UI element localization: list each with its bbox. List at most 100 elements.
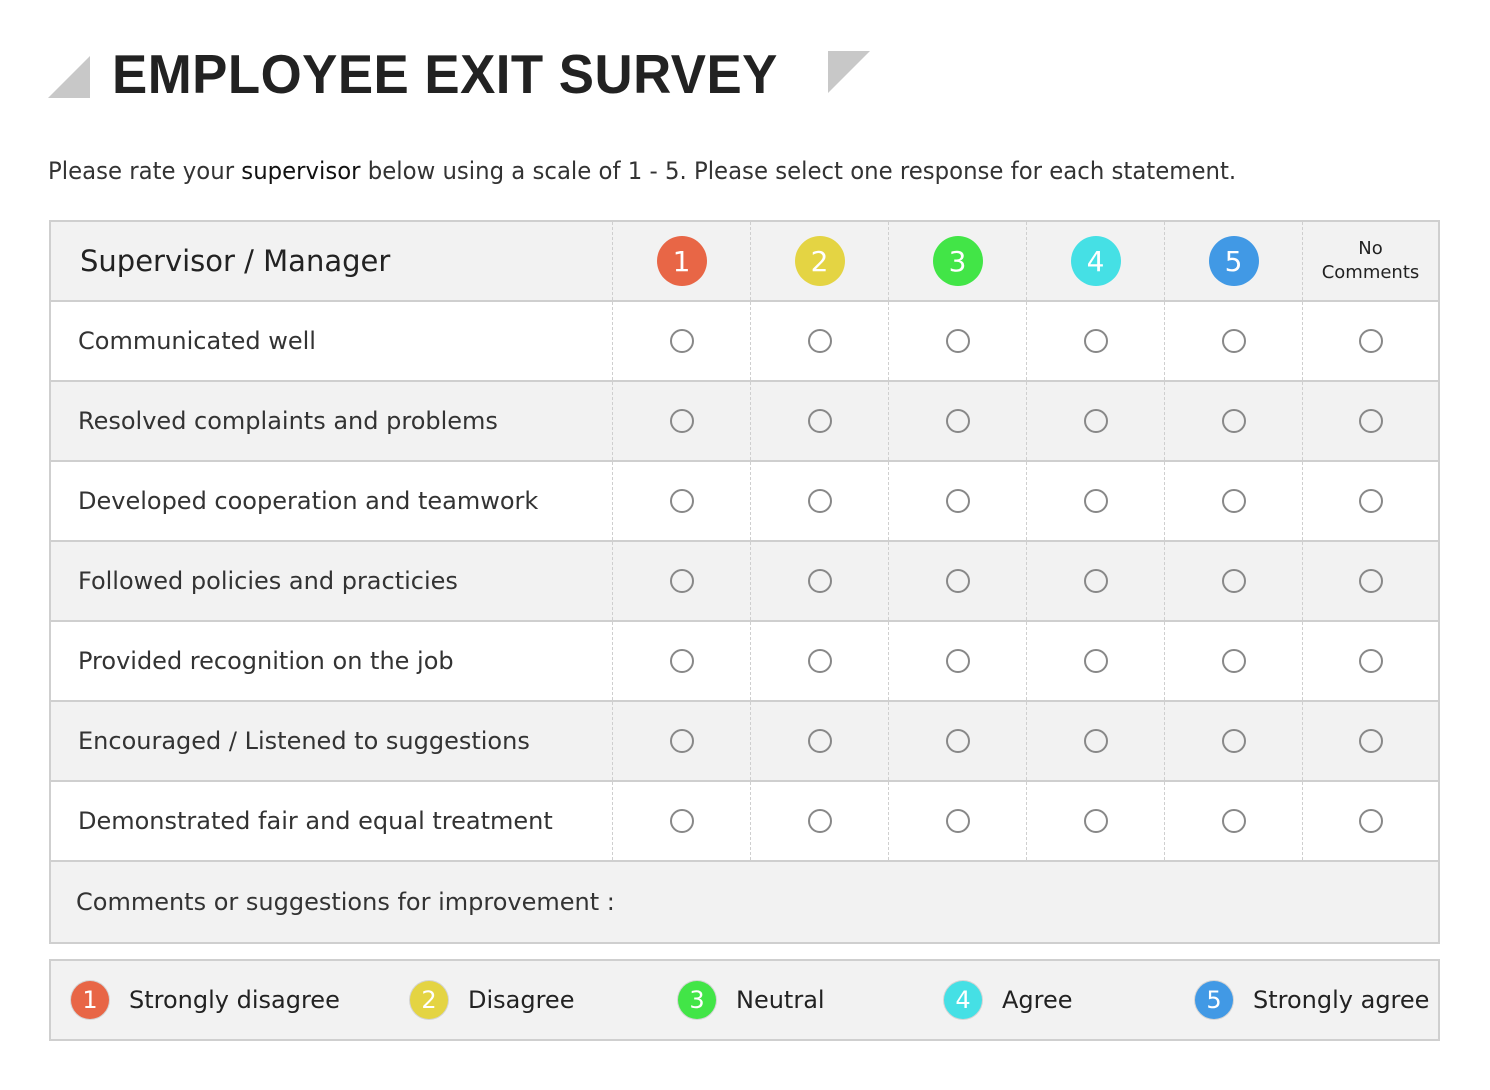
legend-label: Agree	[1002, 986, 1073, 1014]
legend-badge: 3	[678, 981, 716, 1019]
comments-row[interactable]: Comments or suggestions for improvement …	[51, 862, 1438, 942]
radio-option-no-comments[interactable]	[1358, 569, 1383, 593]
header-cell-4: 4	[1026, 222, 1164, 300]
radio-option-1[interactable]	[669, 729, 694, 753]
radio-option-3[interactable]	[945, 409, 970, 433]
legend-label: Neutral	[736, 986, 825, 1014]
option-cell-no-comments	[1302, 302, 1438, 380]
radio-option-2[interactable]	[807, 729, 832, 753]
radio-option-4[interactable]	[1083, 489, 1108, 513]
option-cell-4	[1026, 382, 1164, 460]
right-triangle-decoration	[827, 51, 870, 93]
radio-option-2[interactable]	[807, 809, 832, 833]
scale-badge-5: 5	[1208, 236, 1259, 286]
legend-badge: 4	[944, 981, 982, 1019]
radio-option-2[interactable]	[807, 649, 832, 673]
radio-option-1[interactable]	[669, 329, 694, 353]
option-cell-5	[1164, 462, 1302, 540]
option-cell-4	[1026, 702, 1164, 780]
option-cell-2	[750, 382, 888, 460]
radio-option-no-comments[interactable]	[1358, 409, 1383, 433]
table-row: Demonstrated fair and equal treatment	[51, 782, 1438, 862]
legend: 1 Strongly disagree 2 Disagree 3 Neutral 4 Agre…	[49, 959, 1440, 1041]
radio-option-no-comments[interactable]	[1358, 489, 1383, 513]
radio-option-no-comments[interactable]	[1358, 649, 1383, 673]
radio-option-4[interactable]	[1083, 729, 1108, 753]
comments-label: Comments or suggestions for improvement …	[76, 888, 615, 916]
option-cell-1	[612, 782, 750, 860]
no-comments-line1: No	[1358, 238, 1383, 259]
header-cell-2: 2	[750, 222, 888, 300]
option-cell-3	[888, 542, 1026, 620]
option-cell-4	[1026, 782, 1164, 860]
radio-option-1[interactable]	[669, 569, 694, 593]
legend-item: 3 Neutral	[678, 981, 825, 1019]
option-cell-3	[888, 302, 1026, 380]
legend-item: 4 Agree	[944, 981, 1073, 1019]
header-label: Supervisor / Manager	[80, 244, 391, 278]
statement-label: Resolved complaints and problems	[78, 407, 498, 435]
option-cell-3	[888, 702, 1026, 780]
radio-option-1[interactable]	[669, 649, 694, 673]
title-row: EMPLOYEE EXIT SURVEY	[48, 43, 870, 105]
instructions-text: Please rate your	[48, 157, 242, 185]
radio-option-2[interactable]	[807, 569, 832, 593]
radio-option-4[interactable]	[1083, 809, 1108, 833]
legend-badge: 5	[1195, 981, 1233, 1019]
option-cell-1	[612, 462, 750, 540]
radio-option-3[interactable]	[945, 489, 970, 513]
legend-label: Strongly disagree	[129, 986, 340, 1014]
radio-option-4[interactable]	[1083, 409, 1108, 433]
option-cell-no-comments	[1302, 462, 1438, 540]
statement-rows: Communicated well Resolved complaints and…	[51, 302, 1438, 862]
instructions: Please rate your supervisor below using …	[48, 157, 1236, 185]
header-cell-1: 1	[612, 222, 750, 300]
header-cell-5: 5	[1164, 222, 1302, 300]
statement-label: Communicated well	[78, 327, 316, 355]
radio-option-no-comments[interactable]	[1358, 809, 1383, 833]
radio-option-3[interactable]	[945, 809, 970, 833]
legend-badge: 1	[71, 981, 109, 1019]
table-row: Developed cooperation and teamwork	[51, 462, 1438, 542]
radio-option-2[interactable]	[807, 489, 832, 513]
radio-option-5[interactable]	[1221, 649, 1246, 673]
option-cell-5	[1164, 302, 1302, 380]
radio-option-2[interactable]	[807, 329, 832, 353]
radio-option-4[interactable]	[1083, 569, 1108, 593]
option-cell-2	[750, 702, 888, 780]
radio-option-2[interactable]	[807, 409, 832, 433]
option-cell-2	[750, 622, 888, 700]
radio-option-5[interactable]	[1221, 809, 1246, 833]
option-cell-4	[1026, 462, 1164, 540]
option-cell-4	[1026, 622, 1164, 700]
radio-option-1[interactable]	[669, 489, 694, 513]
option-cell-1	[612, 622, 750, 700]
radio-option-5[interactable]	[1221, 489, 1246, 513]
option-cell-no-comments	[1302, 622, 1438, 700]
option-cell-5	[1164, 782, 1302, 860]
table-row: Resolved complaints and problems	[51, 382, 1438, 462]
scale-badge-4: 4	[1070, 236, 1121, 286]
option-cell-2	[750, 542, 888, 620]
radio-option-4[interactable]	[1083, 649, 1108, 673]
radio-option-3[interactable]	[945, 569, 970, 593]
radio-option-5[interactable]	[1221, 729, 1246, 753]
radio-option-no-comments[interactable]	[1358, 329, 1383, 353]
option-cell-3	[888, 782, 1026, 860]
radio-option-1[interactable]	[669, 409, 694, 433]
header-cell-3: 3	[888, 222, 1026, 300]
legend-item: 5 Strongly agree	[1195, 981, 1429, 1019]
radio-option-3[interactable]	[945, 729, 970, 753]
radio-option-3[interactable]	[945, 329, 970, 353]
table-row: Encouraged / Listened to suggestions	[51, 702, 1438, 782]
radio-option-3[interactable]	[945, 649, 970, 673]
radio-option-no-comments[interactable]	[1358, 729, 1383, 753]
option-cell-2	[750, 782, 888, 860]
radio-option-1[interactable]	[669, 809, 694, 833]
radio-option-5[interactable]	[1221, 569, 1246, 593]
radio-option-5[interactable]	[1221, 409, 1246, 433]
radio-option-5[interactable]	[1221, 329, 1246, 353]
statement-label: Demonstrated fair and equal treatment	[78, 807, 553, 835]
option-cell-1	[612, 302, 750, 380]
radio-option-4[interactable]	[1083, 329, 1108, 353]
